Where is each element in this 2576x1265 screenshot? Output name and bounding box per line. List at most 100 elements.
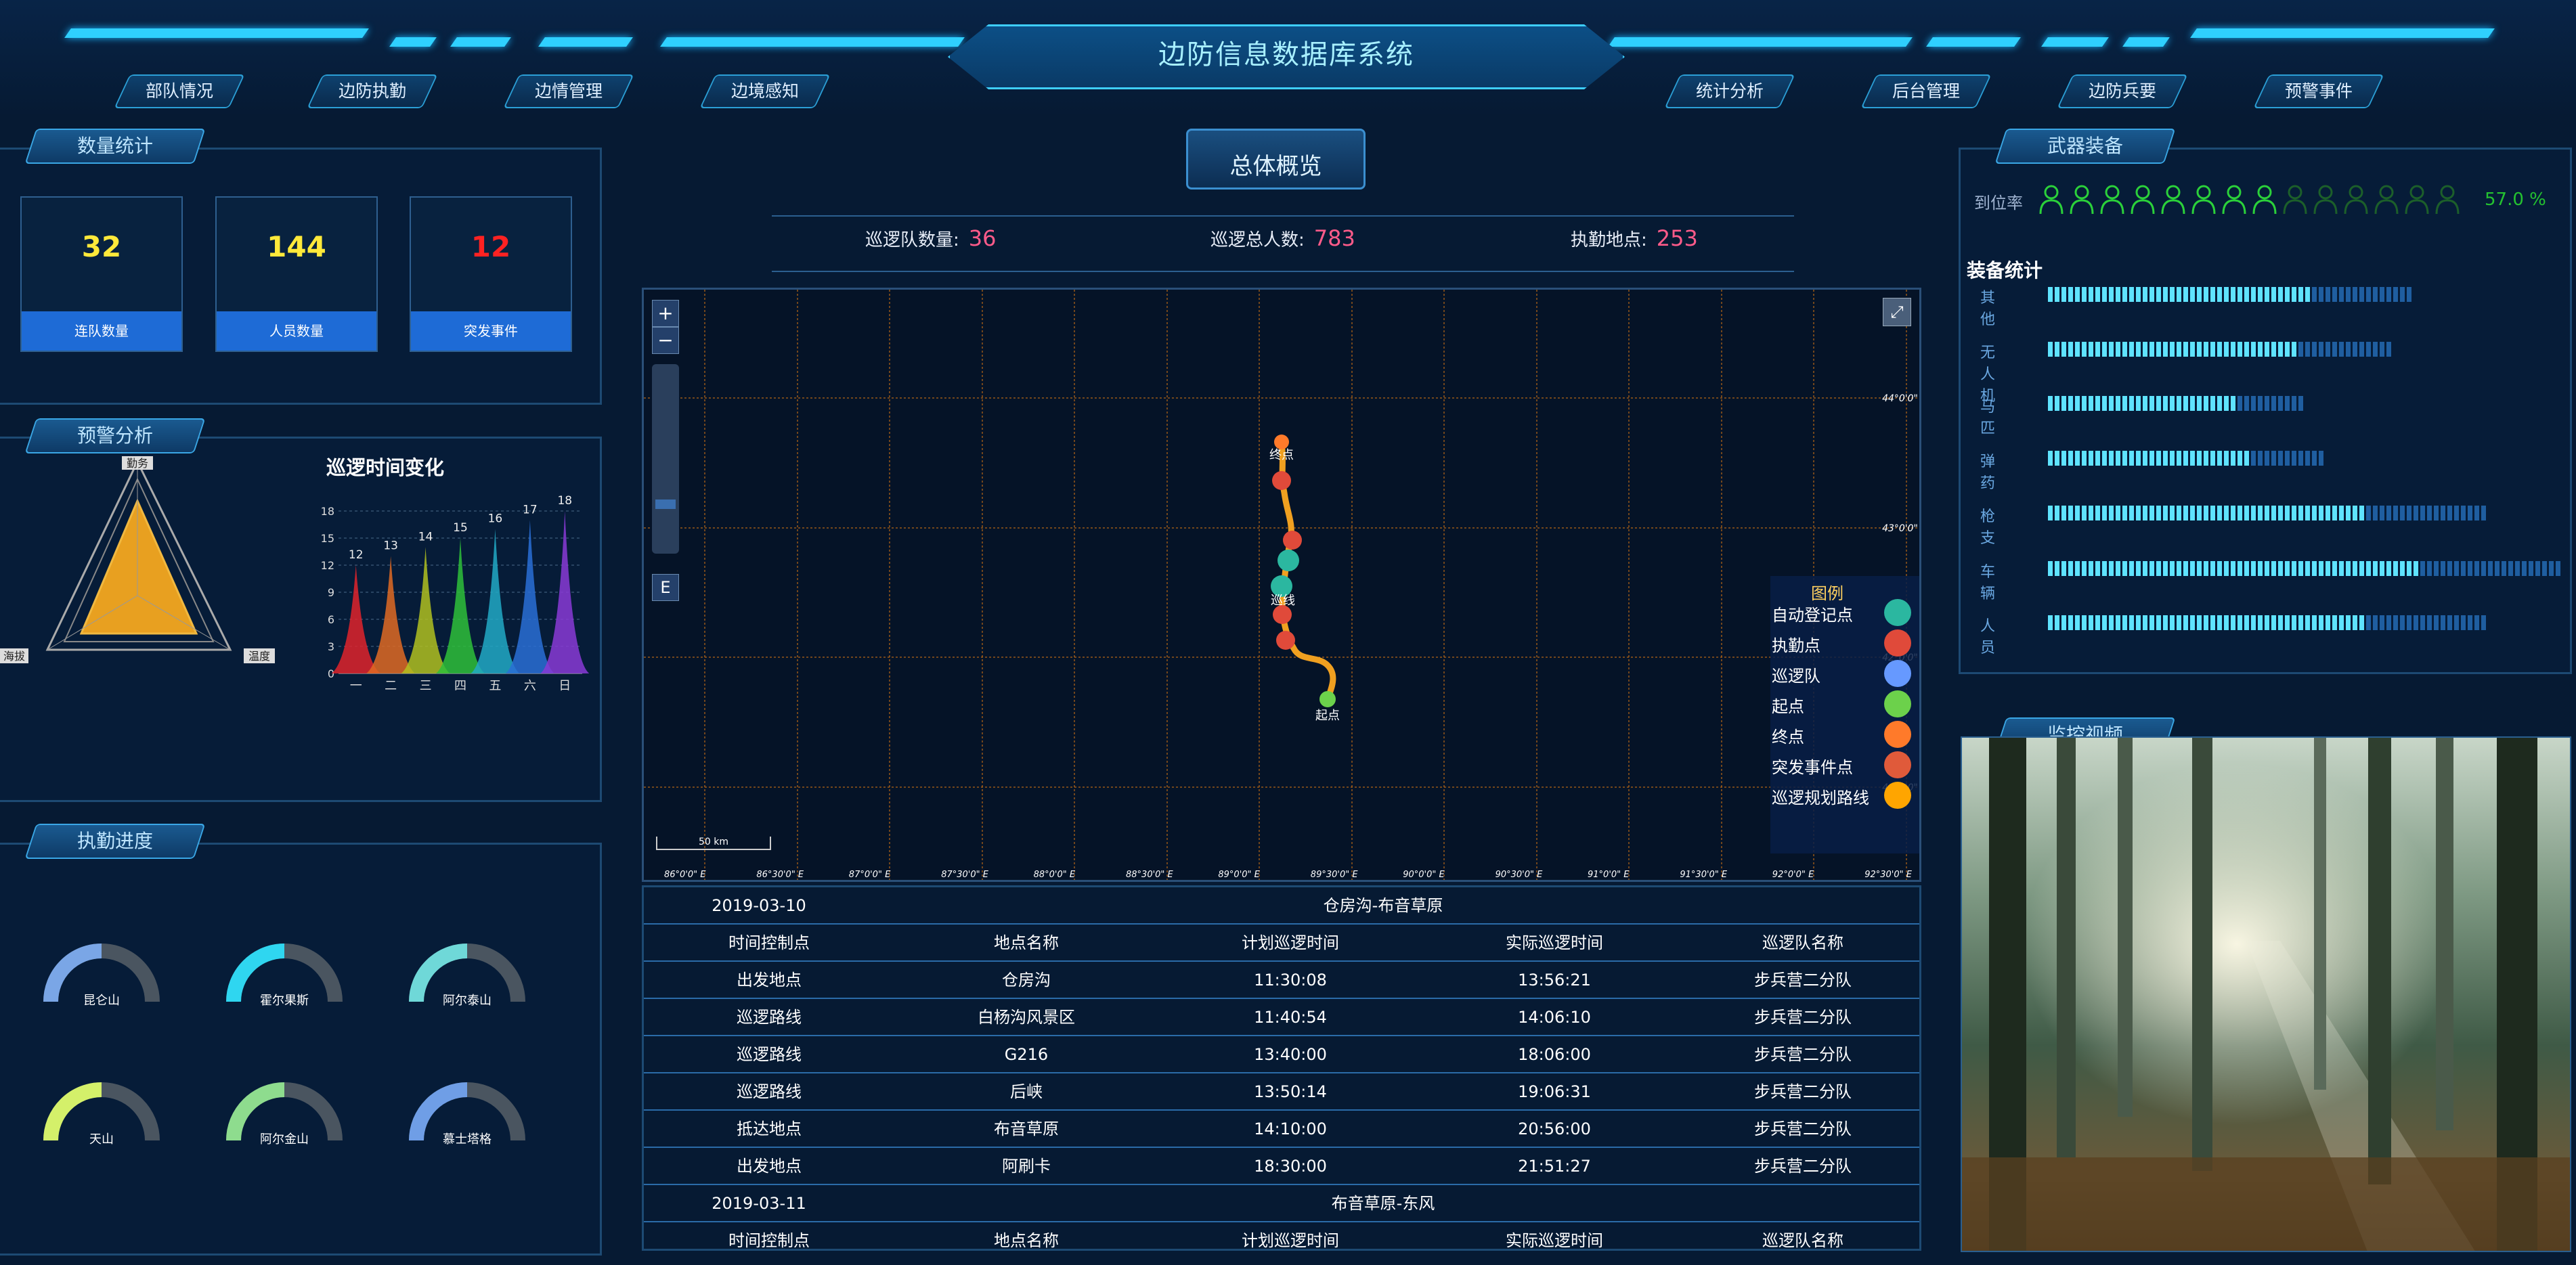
nav-button-situation-mgmt[interactable]: 边情管理 — [503, 74, 634, 108]
panel-title-quantity: 数量统计 — [24, 129, 206, 164]
table-cell: 18:06:00 — [1518, 1045, 1591, 1064]
gauge: 阿尔泰山 — [409, 944, 525, 1008]
nav-button-unit-status[interactable]: 部队情况 — [114, 74, 245, 108]
equipment-label: 枪支 — [1980, 508, 1996, 547]
table-header-cell: 实际巡逻时间 — [1506, 1231, 1603, 1250]
nav-label: 部队情况 — [145, 81, 213, 101]
table-row: 巡逻路线 白杨沟风景区 11:40:54 14:06:10 步兵营二分队 — [644, 999, 1919, 1036]
page-title: 边防信息数据库系统 — [1158, 39, 1414, 70]
zoom-slider-track[interactable] — [652, 364, 679, 554]
layer-switch-button[interactable]: E — [652, 574, 679, 601]
legend-item-label: 巡逻队 — [1772, 667, 1820, 686]
legend-item-label: 执勤点 — [1772, 636, 1820, 655]
equipment-label: 其他 — [1980, 290, 1996, 328]
warning-icon — [1884, 751, 1911, 778]
table-header-cell: 地点名称 — [994, 1231, 1059, 1250]
area-peak — [505, 520, 554, 673]
gauge-label: 慕士塔格 — [443, 1132, 492, 1147]
table-cell: 出发地点 — [737, 971, 802, 990]
table-row: 巡逻路线 后峡 13:50:14 19:06:31 步兵营二分队 — [644, 1073, 1919, 1111]
legend-item-label: 终点 — [1772, 728, 1804, 747]
stat-card-personnel: 144 人员数量 — [215, 196, 378, 352]
person-icon — [2435, 185, 2460, 215]
patrol-map[interactable]: 44°0'0"43°0'0"42°0'0"41°0'0"86°0'0" E86°… — [642, 288, 1921, 882]
table-cell: 巡逻路线 — [737, 1082, 802, 1101]
start-icon — [1884, 690, 1911, 717]
patrol-route-layer: 终点 起点 巡线 — [1269, 435, 1340, 723]
person-icon — [2374, 185, 2399, 215]
table-cell: 后峡 — [1010, 1082, 1043, 1101]
header-deco-bar — [2041, 37, 2109, 47]
overview-stat-duty-sites: 执勤地点: 253 — [1571, 225, 1698, 251]
legend-item-label: 自动登记点 — [1772, 606, 1853, 625]
duty-point-marker — [1276, 631, 1295, 650]
gauge-label: 阿尔金山 — [260, 1132, 309, 1147]
table-header-cell: 时间控制点 — [728, 1231, 810, 1250]
person-icon — [2405, 185, 2429, 215]
table-header-cell: 计划巡逻时间 — [1242, 1231, 1339, 1250]
nav-button-border-duty[interactable]: 边防执勤 — [307, 74, 438, 108]
table-cell: 21:51:27 — [1518, 1157, 1591, 1176]
zoom-in-button[interactable]: + — [652, 300, 679, 327]
divider — [772, 215, 1794, 217]
zoom-slider-handle[interactable] — [655, 500, 676, 509]
nav-button-statistics[interactable]: 统计分析 — [1664, 74, 1795, 108]
equipment-label: 人员 — [1980, 618, 1996, 657]
panel-title-weapons: 武器装备 — [1994, 129, 2176, 164]
x-tick-label: 日 — [559, 679, 571, 693]
table-row: 巡逻路线 G216 13:40:00 18:06:00 步兵营二分队 — [644, 1036, 1919, 1073]
table-cell: 阿刷卡 — [1002, 1157, 1051, 1176]
check-icon — [1884, 599, 1911, 626]
gauge: 天山 — [43, 1082, 160, 1147]
table-header-cell: 地点名称 — [994, 933, 1059, 952]
table-cell: 白杨沟风景区 — [978, 1008, 1075, 1027]
overview-stat-patrol-teams: 巡逻队数量: 36 — [865, 225, 997, 251]
nav-button-military-essentials[interactable]: 边防兵要 — [2057, 74, 2188, 108]
table-date: 2019-03-11 — [712, 1194, 806, 1213]
nav-button-border-sensing[interactable]: 边境感知 — [699, 74, 831, 108]
radar-label-duty: 勤务 — [127, 457, 148, 470]
table-date-row: 2019-03-11 布音草原-东风 — [644, 1185, 1919, 1222]
nav-label: 后台管理 — [1892, 81, 1960, 101]
zoom-out-button[interactable]: − — [652, 327, 679, 354]
nav-label: 边情管理 — [534, 81, 603, 101]
radar-chart: 勤务 海拔 温度 — [0, 456, 275, 663]
overview-title: 总体概览 — [1229, 153, 1322, 180]
table-cell: 13:40:00 — [1254, 1045, 1327, 1064]
table-cell: 11:40:54 — [1254, 1008, 1327, 1027]
monitor-video[interactable] — [1961, 736, 2571, 1252]
area-peak — [540, 511, 589, 673]
table-row: 出发地点 阿刷卡 18:30:00 21:51:27 步兵营二分队 — [644, 1148, 1919, 1185]
y-tick-label: 0 — [328, 667, 334, 680]
table-cell: 步兵营二分队 — [1754, 1082, 1852, 1101]
stat-label: 突发事件 — [411, 311, 571, 351]
soldier-icon — [1884, 660, 1911, 687]
equipment-stats-title: 装备统计 — [1967, 259, 2043, 282]
nav-button-warning-events[interactable]: 预警事件 — [2253, 74, 2384, 108]
header: 边防信息数据库系统 部队情况 边防执勤 边情管理 边境感知 统计分析 后台管理 … — [0, 0, 2576, 116]
nav-label: 边防执勤 — [338, 81, 406, 101]
header-deco-bar — [2190, 28, 2495, 38]
table-route: 布音草原-东风 — [1331, 1194, 1435, 1213]
legend-item-label: 突发事件点 — [1772, 758, 1853, 777]
table-route: 仓房沟-布音草原 — [1323, 896, 1443, 915]
nav-label: 预警事件 — [2284, 81, 2353, 101]
y-tick-label: 18 — [321, 505, 334, 518]
weapons-panel — [1959, 148, 2572, 674]
data-label: 13 — [383, 539, 398, 553]
equipment-label: 车辆 — [1980, 564, 1996, 602]
map-legend: 图例 自动登记点 执勤点 巡逻队 起点 终点 突发事件点 巡逻规划路线 — [1770, 576, 1919, 853]
table-cell: 仓房沟 — [1002, 971, 1051, 990]
table-date: 2019-03-10 — [712, 896, 806, 915]
person-icon — [2131, 185, 2155, 215]
table-cell: 步兵营二分队 — [1754, 1045, 1852, 1064]
duty-point-marker — [1272, 471, 1291, 490]
fullscreen-button[interactable]: ⤢ — [1883, 298, 1911, 326]
gauge-label: 天山 — [89, 1132, 114, 1147]
person-icon — [2313, 185, 2338, 215]
equipment-label: 马匹 — [1980, 399, 1996, 437]
area-peak — [366, 556, 416, 673]
x-tick-label: 五 — [489, 679, 501, 693]
gauge: 昆仑山 — [43, 944, 160, 1008]
nav-button-admin[interactable]: 后台管理 — [1860, 74, 1992, 108]
